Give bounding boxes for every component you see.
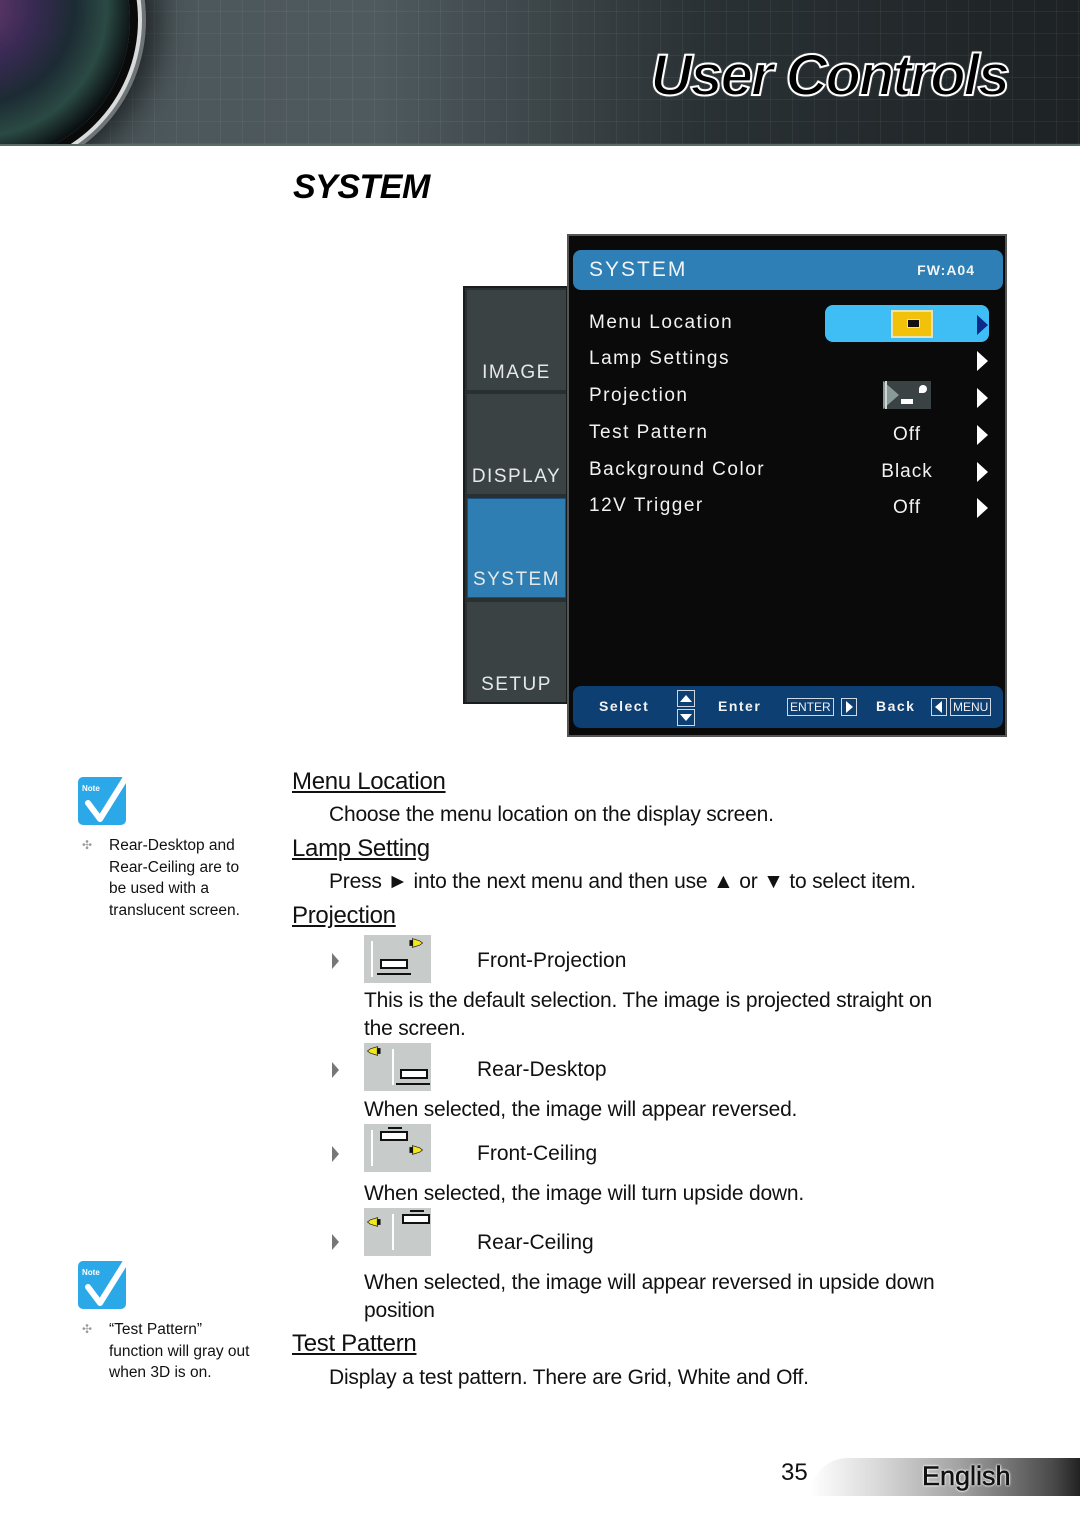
osd-menu-panel: SYSTEM FW:A04 Menu Location Lamp Setting… bbox=[567, 234, 1007, 737]
osd-row-label: Test Pattern bbox=[589, 422, 709, 443]
osd-row-label: 12V Trigger bbox=[589, 495, 704, 516]
heading-test-pattern: Test Pattern bbox=[292, 1330, 417, 1357]
osd-tab-image[interactable]: IMAGE bbox=[467, 290, 566, 390]
mode-label-front-ceiling: Front-Ceiling bbox=[477, 1142, 598, 1165]
note-check-icon: Note bbox=[78, 768, 133, 825]
osd-row-menu-location[interactable]: Menu Location bbox=[569, 305, 1005, 342]
bullet-arrow-icon bbox=[332, 953, 339, 969]
note-bullet-icon: ✣ bbox=[82, 838, 93, 852]
firmware-version: FW:A04 bbox=[917, 262, 975, 278]
front-ceiling-icon bbox=[364, 1124, 431, 1172]
bullet-arrow-icon bbox=[332, 1146, 339, 1162]
chevron-right-icon bbox=[977, 498, 988, 518]
osd-row-label: Projection bbox=[589, 385, 689, 406]
chevron-right-icon bbox=[977, 315, 988, 335]
mode-label-front-projection: Front-Projection bbox=[477, 949, 627, 972]
mode-label-rear-ceiling: Rear-Ceiling bbox=[477, 1231, 594, 1254]
rear-ceiling-desc: When selected, the image will appear rev… bbox=[364, 1271, 935, 1294]
up-down-keys-icon bbox=[677, 690, 695, 726]
osd-title: SYSTEM bbox=[589, 258, 688, 281]
osd-row-value: Black bbox=[881, 461, 933, 482]
heading-lamp-setting: Lamp Setting bbox=[292, 835, 430, 862]
osd-footer-hints: Select Enter ENTER Back MENU bbox=[573, 686, 1003, 728]
test-pattern-desc: Display a test pattern. There are Grid, … bbox=[329, 1366, 809, 1389]
chevron-right-icon bbox=[977, 351, 988, 371]
enter-key-icon: ENTER bbox=[787, 698, 834, 716]
bullet-arrow-icon bbox=[332, 1234, 339, 1250]
chevron-right-icon bbox=[977, 425, 988, 445]
select-hint: Select bbox=[599, 698, 650, 714]
enter-hint: Enter bbox=[718, 698, 762, 714]
osd-tab-column: IMAGE DISPLAY SYSTEM SETUP bbox=[463, 286, 568, 704]
menu-key-icon: MENU bbox=[950, 698, 992, 716]
osd-tab-display[interactable]: DISPLAY bbox=[467, 394, 566, 494]
osd-row-value: Off bbox=[893, 424, 921, 445]
rear-desktop-icon bbox=[364, 1043, 431, 1091]
language-label: English bbox=[922, 1461, 1011, 1492]
osd-row-projection[interactable]: Projection bbox=[569, 379, 1005, 415]
back-hint: Back bbox=[876, 698, 916, 714]
osd-row-label: Lamp Settings bbox=[589, 348, 730, 369]
menu-location-desc: Choose the menu location on the display … bbox=[329, 803, 774, 826]
left-arrow-key-icon bbox=[931, 698, 947, 716]
front-projection-icon bbox=[364, 935, 431, 983]
osd-row-background-color[interactable]: Background Color Black bbox=[569, 453, 1005, 489]
lamp-setting-desc: Press ► into the next menu and then use … bbox=[329, 870, 916, 893]
section-title: SYSTEM bbox=[293, 168, 430, 206]
rear-desktop-desc: When selected, the image will appear rev… bbox=[364, 1098, 798, 1121]
front-projection-desc-2: the screen. bbox=[364, 1017, 466, 1040]
osd-tab-system[interactable]: SYSTEM bbox=[467, 498, 566, 598]
rear-ceiling-icon bbox=[364, 1208, 431, 1256]
osd-header: SYSTEM FW:A04 bbox=[573, 250, 1003, 290]
heading-menu-location: Menu Location bbox=[292, 768, 446, 795]
osd-row-label: Background Color bbox=[589, 459, 766, 480]
front-projection-icon bbox=[883, 381, 931, 409]
note-text: “Test Pattern” function will gray out wh… bbox=[109, 1321, 250, 1381]
osd-row-lamp-settings[interactable]: Lamp Settings bbox=[569, 342, 1005, 378]
bullet-arrow-icon bbox=[332, 1062, 339, 1078]
chevron-right-icon bbox=[977, 462, 988, 482]
osd-tab-setup[interactable]: SETUP bbox=[467, 602, 566, 702]
right-arrow-key-icon bbox=[841, 698, 857, 716]
note-bullet-icon: ✣ bbox=[82, 1322, 93, 1336]
heading-projection: Projection bbox=[292, 902, 396, 929]
note-check-icon: Note bbox=[78, 1252, 133, 1309]
rear-ceiling-desc-2: position bbox=[364, 1299, 435, 1322]
note-text: Rear-Desktop and Rear-Ceiling are to be … bbox=[109, 837, 240, 919]
osd-row-12v-trigger[interactable]: 12V Trigger Off bbox=[569, 489, 1005, 525]
down-arrow-icon bbox=[677, 709, 695, 726]
osd-row-value: Off bbox=[893, 497, 921, 518]
osd-row-label: Menu Location bbox=[589, 312, 734, 333]
page-number: 35 bbox=[781, 1459, 808, 1486]
front-ceiling-desc: When selected, the image will turn upsid… bbox=[364, 1182, 805, 1205]
chevron-right-icon bbox=[977, 388, 988, 408]
front-projection-desc: This is the default selection. The image… bbox=[364, 989, 932, 1012]
chapter-title: User Controls bbox=[649, 42, 1011, 109]
lens-graphic bbox=[0, 0, 130, 144]
osd-row-test-pattern[interactable]: Test Pattern Off bbox=[569, 416, 1005, 452]
header-banner: User Controls bbox=[0, 0, 1080, 146]
menu-location-center-icon bbox=[891, 310, 933, 338]
mode-label-rear-desktop: Rear-Desktop bbox=[477, 1058, 607, 1081]
up-arrow-icon bbox=[677, 690, 695, 707]
